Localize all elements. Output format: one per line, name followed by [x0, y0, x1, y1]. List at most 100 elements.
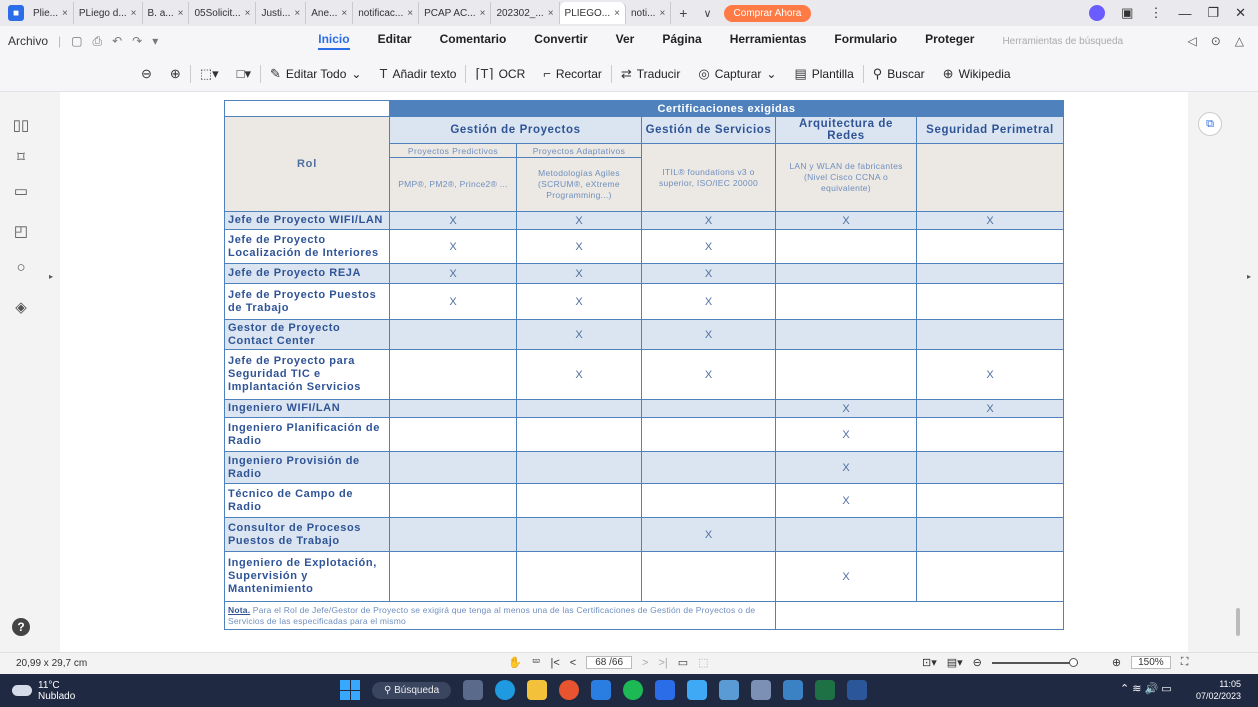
search-tools-field[interactable]: Herramientas de búsqueda [1002, 36, 1123, 47]
search-button[interactable]: ⚲ Buscar [864, 66, 934, 82]
search-icon[interactable]: ○ [12, 258, 30, 276]
help-icon[interactable]: ? [12, 618, 30, 636]
close-tab-icon[interactable]: × [659, 8, 665, 19]
shape-tool-button[interactable]: □▾ [228, 66, 260, 82]
pdf-app-icon[interactable] [655, 680, 676, 700]
browser-tab[interactable]: Justi... × [256, 2, 307, 24]
attachment-icon[interactable]: ◰ [12, 222, 30, 240]
zoom-out-button[interactable]: ⊖ [132, 66, 161, 82]
ocr-button[interactable]: ⌈T⌉ OCR [466, 66, 534, 82]
close-tab-icon[interactable]: × [62, 8, 68, 19]
browser-tab[interactable]: noti... × [626, 2, 672, 24]
comment-icon[interactable]: ▭ [12, 182, 30, 200]
close-window-icon[interactable]: ✕ [1235, 5, 1246, 21]
layers-icon[interactable]: ◈ [12, 298, 30, 316]
view-mode-icon[interactable]: ⊡▾ [922, 656, 937, 669]
outlook-icon[interactable] [591, 680, 612, 700]
menu-proteger[interactable]: Proteger [925, 32, 974, 50]
zoom-in-icon[interactable]: ⊕ [1112, 656, 1121, 669]
prev-page-icon[interactable]: < [570, 657, 576, 669]
wikipedia-button[interactable]: ⊕ Wikipedia [934, 66, 1020, 82]
expand-right-panel-icon[interactable]: ▸ [1247, 272, 1251, 281]
zoom-slider-knob[interactable] [1068, 657, 1078, 667]
next-page-icon[interactable]: > [642, 657, 648, 669]
menu-herramientas[interactable]: Herramientas [730, 32, 807, 50]
bookmark-icon[interactable]: ⌑ [12, 148, 30, 166]
select-cursor-icon[interactable]: ⮹ [532, 656, 541, 669]
crop-button[interactable]: ⌐ Recortar [534, 66, 611, 81]
print-icon[interactable]: ⎙ [92, 34, 102, 49]
close-tab-icon[interactable]: × [480, 8, 486, 19]
word-icon[interactable] [847, 680, 868, 700]
close-tab-icon[interactable]: × [245, 8, 251, 19]
zoom-out-icon[interactable]: ⊖ [973, 656, 982, 669]
close-tab-icon[interactable]: × [614, 8, 620, 19]
last-page-icon[interactable]: >| [658, 657, 667, 669]
browser-tab[interactable]: 202302_... × [491, 2, 560, 24]
archivo-menu[interactable]: Archivo [8, 34, 48, 48]
hand-tool-icon[interactable]: ✋ [508, 656, 522, 669]
vertical-scrollbar[interactable] [1236, 608, 1240, 636]
zoom-slider[interactable] [991, 657, 1078, 667]
clock[interactable]: 11:05 07/02/2023 [1196, 678, 1241, 702]
redo-icon[interactable]: ↷ [132, 34, 142, 48]
browser-tab[interactable]: PLiego d... × [74, 2, 143, 24]
menu-editar[interactable]: Editar [378, 32, 412, 50]
expand-left-panel-icon[interactable]: ▸ [49, 272, 53, 281]
edit-all-button[interactable]: ✎ Editar Todo ⌄ [261, 66, 370, 82]
menu-formulario[interactable]: Formulario [834, 32, 897, 50]
browser-tab[interactable]: Ane... × [306, 2, 354, 24]
menu-pagina[interactable]: Página [662, 32, 701, 50]
first-page-icon[interactable]: |< [551, 657, 560, 669]
restore-icon[interactable]: ❐ [1207, 5, 1219, 21]
user-avatar-icon[interactable] [1089, 5, 1106, 21]
close-tab-icon[interactable]: × [407, 8, 413, 19]
start-icon[interactable] [340, 680, 360, 700]
taskbar-search[interactable]: ⚲ Búsqueda [372, 681, 452, 699]
thumbnails-icon[interactable]: ▯▯ [12, 116, 30, 134]
fullscreen-icon[interactable]: ⛶ [1181, 656, 1189, 669]
chrome-icon[interactable] [559, 680, 580, 700]
close-tab-icon[interactable]: × [341, 8, 347, 19]
template-button[interactable]: ▤ Plantilla [785, 66, 862, 82]
excel-icon[interactable] [815, 680, 836, 700]
new-tab-icon[interactable]: + [671, 5, 695, 21]
undo-icon[interactable]: ↶ [112, 34, 122, 48]
browser-tab[interactable]: 05Solicit... × [189, 2, 257, 24]
browser-tab[interactable]: PLIEGO... × [559, 2, 626, 24]
add-text-button[interactable]: T Añadir texto [370, 66, 465, 81]
tab-list-chevron-icon[interactable]: ∨ [695, 7, 719, 20]
select-tool-button[interactable]: ⬚▾ [191, 66, 228, 82]
single-page-icon[interactable]: ▭ [678, 656, 688, 669]
zoom-in-button[interactable]: ⊕ [161, 66, 190, 82]
notes-icon[interactable] [719, 680, 740, 700]
browser-tab[interactable]: notificac... × [353, 2, 420, 24]
save-icon[interactable]: ▢ [71, 34, 82, 48]
collapse-ribbon-icon[interactable]: △ [1235, 34, 1244, 48]
calculator-icon[interactable] [751, 680, 772, 700]
customize-icon[interactable]: ▾ [152, 34, 158, 48]
close-tab-icon[interactable]: × [294, 8, 300, 19]
close-tab-icon[interactable]: × [131, 8, 137, 19]
system-tray-icons[interactable]: ⌃ ≋ 🔊 ▭ [1120, 682, 1172, 695]
edge-icon[interactable] [495, 680, 516, 700]
weather-widget[interactable]: 11°C Nublado [0, 680, 75, 702]
floating-assistant-icon[interactable]: ⧉ [1198, 112, 1222, 136]
menu-convertir[interactable]: Convertir [534, 32, 587, 50]
layout-icon[interactable]: ▤▾ [947, 656, 963, 669]
more-options-icon[interactable]: ⋮ [1149, 5, 1162, 21]
browser-tab[interactable]: PCAP AC... × [419, 2, 492, 24]
fit-page-icon[interactable]: ⬚ [698, 656, 708, 669]
buy-now-button[interactable]: Comprar Ahora [723, 4, 812, 22]
spotify-icon[interactable] [623, 680, 644, 700]
capture-button[interactable]: ◎ Capturar ⌄ [689, 66, 785, 82]
close-tab-icon[interactable]: × [178, 8, 184, 19]
task-view-icon[interactable] [463, 680, 484, 700]
browser-tab[interactable]: Plie... × [28, 2, 74, 24]
file-explorer-icon[interactable] [527, 680, 548, 700]
document-icon[interactable] [783, 680, 804, 700]
browser-tab[interactable]: B. a... × [143, 2, 190, 24]
panel-icon[interactable]: ▣ [1121, 5, 1133, 21]
minimize-icon[interactable]: — [1178, 6, 1191, 21]
menu-ver[interactable]: Ver [616, 32, 635, 50]
